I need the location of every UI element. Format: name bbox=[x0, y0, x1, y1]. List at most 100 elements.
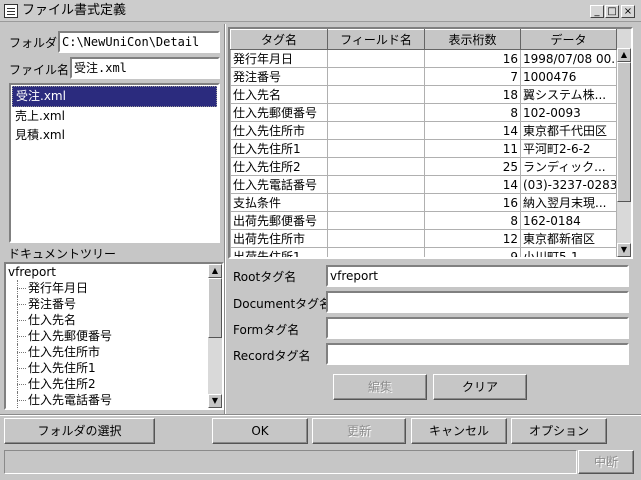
scroll-thumb[interactable] bbox=[617, 62, 631, 202]
tree-scrollbar[interactable]: ▲ ▼ bbox=[208, 264, 222, 408]
file-list[interactable]: 受注.xml 売上.xml 見積.xml bbox=[9, 83, 220, 243]
options-button[interactable]: オプション bbox=[511, 418, 607, 444]
table-cell[interactable] bbox=[327, 103, 425, 122]
table-cell[interactable] bbox=[327, 139, 425, 158]
table-cell[interactable] bbox=[327, 229, 425, 248]
table-cell[interactable] bbox=[327, 67, 425, 86]
table-cell[interactable]: 発注番号 bbox=[230, 67, 328, 86]
table-cell[interactable]: 出荷先住所1 bbox=[230, 247, 328, 257]
table-cell[interactable]: 平河町2-6-2 bbox=[520, 139, 617, 158]
table-row[interactable]: 仕入先電話番号 14 (03)-3237-0283 bbox=[230, 175, 617, 194]
table-cell[interactable]: 仕入先住所2 bbox=[230, 157, 328, 176]
table-cell[interactable]: 発行年月日 bbox=[230, 49, 328, 68]
form-tag-field[interactable] bbox=[326, 317, 629, 339]
table-cell[interactable]: 仕入先電話番号 bbox=[230, 175, 328, 194]
folder-field[interactable]: C:\NewUniCon\Detail bbox=[58, 31, 220, 53]
app-icon[interactable] bbox=[4, 4, 18, 18]
table-row[interactable]: 出荷先住所市 12 東京都新宿区 bbox=[230, 229, 617, 248]
table-cell[interactable]: 出荷先郵便番号 bbox=[230, 211, 328, 230]
table-row[interactable]: 仕入先住所2 25 ランディック... bbox=[230, 157, 617, 176]
table-cell[interactable] bbox=[327, 49, 425, 68]
table-cell[interactable]: 25 bbox=[424, 157, 521, 176]
table-cell[interactable]: 小川町5-1 bbox=[520, 247, 617, 257]
table-cell[interactable]: 出荷先住所市 bbox=[230, 229, 328, 248]
table-row[interactable]: 発注番号 7 1000476 bbox=[230, 67, 617, 86]
column-header[interactable]: タグ名 bbox=[230, 29, 328, 50]
scroll-down-icon[interactable]: ▼ bbox=[208, 394, 222, 408]
maximize-button[interactable]: □ bbox=[605, 5, 619, 18]
table-cell[interactable]: 東京都新宿区 bbox=[520, 229, 617, 248]
table-cell[interactable]: 1998/07/08 00... bbox=[520, 49, 617, 68]
scroll-up-icon[interactable]: ▲ bbox=[617, 48, 631, 62]
scroll-up-icon[interactable]: ▲ bbox=[208, 264, 222, 278]
table-cell[interactable] bbox=[327, 85, 425, 104]
clear-button[interactable]: クリア bbox=[433, 374, 527, 400]
table-cell[interactable] bbox=[327, 157, 425, 176]
abort-button[interactable]: 中断 bbox=[578, 450, 634, 474]
minimize-button[interactable]: _ bbox=[590, 5, 604, 18]
update-button[interactable]: 更新 bbox=[312, 418, 406, 444]
table-scrollbar[interactable]: ▲ ▼ bbox=[617, 29, 631, 257]
tree-node[interactable]: 発注番号 bbox=[8, 296, 222, 312]
close-button[interactable]: × bbox=[621, 5, 635, 18]
cancel-button[interactable]: キャンセル bbox=[411, 418, 507, 444]
tree-node[interactable]: 仕入先電話番号 bbox=[8, 392, 222, 408]
tree-node[interactable]: 発行年月日 bbox=[8, 280, 222, 296]
table-cell[interactable]: 納入翌月末現... bbox=[520, 193, 617, 212]
table-cell[interactable]: 16 bbox=[424, 193, 521, 212]
splitter[interactable] bbox=[224, 24, 226, 414]
file-list-item[interactable]: 売上.xml bbox=[12, 107, 217, 126]
table-cell[interactable]: 東京都千代田区 bbox=[520, 121, 617, 140]
table-cell[interactable] bbox=[327, 193, 425, 212]
table-cell[interactable]: 8 bbox=[424, 211, 521, 230]
table-row[interactable]: 出荷先郵便番号 8 162-0184 bbox=[230, 211, 617, 230]
scroll-down-icon[interactable]: ▼ bbox=[617, 243, 631, 257]
tree-node[interactable]: 仕入先住所1 bbox=[8, 360, 222, 376]
table-cell[interactable]: 翼システム株... bbox=[520, 85, 617, 104]
tree-node[interactable]: 仕入先名 bbox=[8, 312, 222, 328]
table-row[interactable]: 仕入先住所市 14 東京都千代田区 bbox=[230, 121, 617, 140]
table-cell[interactable] bbox=[327, 121, 425, 140]
file-list-item[interactable]: 受注.xml bbox=[12, 86, 217, 107]
table-cell[interactable] bbox=[327, 175, 425, 194]
scroll-thumb[interactable] bbox=[208, 278, 222, 338]
tree-root[interactable]: vfreport bbox=[8, 264, 222, 280]
table-cell[interactable]: 14 bbox=[424, 121, 521, 140]
tag-table[interactable]: タグ名 フィールド名 表示桁数 データ 発行年月日 16 1998/07/08 00… bbox=[228, 27, 633, 259]
table-row[interactable]: 仕入先名 18 翼システム株... bbox=[230, 85, 617, 104]
table-cell[interactable]: 162-0184 bbox=[520, 211, 617, 230]
table-cell[interactable]: 14 bbox=[424, 175, 521, 194]
column-header[interactable]: 表示桁数 bbox=[424, 29, 521, 50]
table-cell[interactable]: ランディック... bbox=[520, 157, 617, 176]
table-cell[interactable] bbox=[327, 211, 425, 230]
table-cell[interactable]: 仕入先名 bbox=[230, 85, 328, 104]
record-tag-field[interactable] bbox=[326, 343, 629, 365]
table-row[interactable]: 支払条件 16 納入翌月末現... bbox=[230, 193, 617, 212]
table-cell[interactable]: 11 bbox=[424, 139, 521, 158]
ok-button[interactable]: OK bbox=[212, 418, 308, 444]
tree-node[interactable]: 仕入先住所市 bbox=[8, 344, 222, 360]
table-cell[interactable]: 16 bbox=[424, 49, 521, 68]
document-tree[interactable]: vfreport 発行年月日 発注番号 仕入先名 仕入先郵便番号 仕入先住所市 … bbox=[4, 262, 224, 410]
table-cell[interactable]: 8 bbox=[424, 103, 521, 122]
table-cell[interactable]: 1000476 bbox=[520, 67, 617, 86]
file-list-item[interactable]: 見積.xml bbox=[12, 126, 217, 145]
table-row[interactable]: 出荷先住所1 9 小川町5-1 bbox=[230, 247, 617, 257]
table-cell[interactable]: 102-0093 bbox=[520, 103, 617, 122]
table-cell[interactable]: 仕入先住所市 bbox=[230, 121, 328, 140]
tree-node[interactable]: 仕入先住所2 bbox=[8, 376, 222, 392]
tree-node[interactable]: 仕入先郵便番号 bbox=[8, 328, 222, 344]
table-row[interactable]: 仕入先郵便番号 8 102-0093 bbox=[230, 103, 617, 122]
table-cell[interactable]: (03)-3237-0283 bbox=[520, 175, 617, 194]
document-tag-field[interactable] bbox=[326, 291, 629, 313]
edit-button[interactable]: 編集 bbox=[333, 374, 427, 400]
column-header[interactable]: データ bbox=[520, 29, 617, 50]
table-cell[interactable]: 仕入先住所1 bbox=[230, 139, 328, 158]
table-cell[interactable]: 仕入先郵便番号 bbox=[230, 103, 328, 122]
filename-field[interactable]: 受注.xml bbox=[70, 57, 220, 79]
table-row[interactable]: 発行年月日 16 1998/07/08 00... bbox=[230, 49, 617, 68]
table-cell[interactable] bbox=[327, 247, 425, 257]
table-cell[interactable]: 18 bbox=[424, 85, 521, 104]
root-tag-field[interactable]: vfreport bbox=[326, 265, 629, 287]
table-cell[interactable]: 支払条件 bbox=[230, 193, 328, 212]
